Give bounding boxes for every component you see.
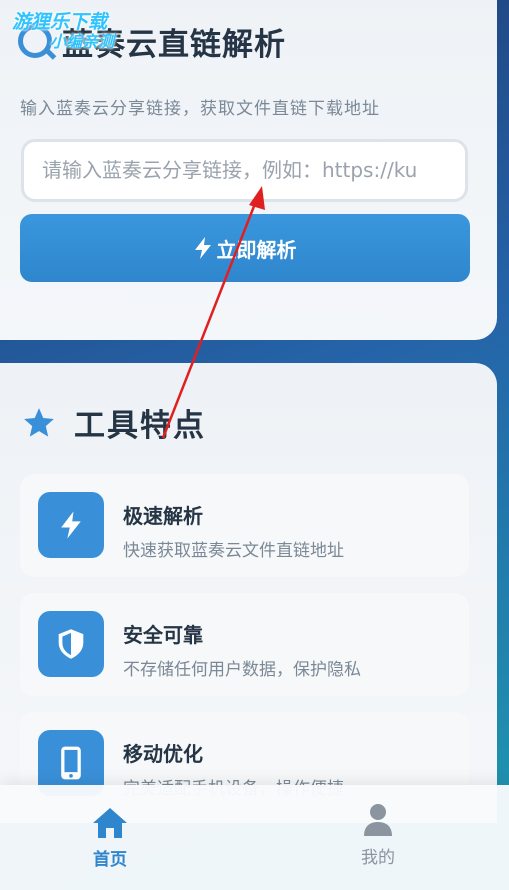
feature-icon-box bbox=[38, 492, 104, 558]
feature-desc: 快速获取蓝奏云文件直链地址 bbox=[123, 541, 344, 561]
watermark-line-1: 游狸乐下载 bbox=[12, 11, 108, 33]
nav-home-label: 首页 bbox=[93, 850, 127, 870]
feature-name: 移动优化 bbox=[123, 742, 203, 766]
feature-icon-box bbox=[38, 611, 104, 677]
page-subtitle: 输入蓝奏云分享链接，获取文件直链下载地址 bbox=[20, 99, 380, 119]
bolt-icon bbox=[61, 511, 81, 539]
watermark: 游狸乐下载 小编亲测 bbox=[12, 12, 152, 52]
bolt-icon bbox=[194, 237, 211, 259]
star-icon bbox=[24, 407, 54, 437]
nav-home[interactable]: 首页 bbox=[50, 807, 170, 870]
bottom-nav: 首页 我的 bbox=[0, 785, 509, 890]
parse-button-label: 立即解析 bbox=[216, 237, 297, 262]
nav-me-label: 我的 bbox=[361, 848, 395, 868]
phone-icon bbox=[61, 746, 81, 780]
feature-name: 极速解析 bbox=[123, 504, 203, 528]
feature-item-fast: 极速解析 快速获取蓝奏云文件直链地址 bbox=[20, 474, 469, 577]
shield-icon bbox=[58, 629, 84, 659]
share-link-input[interactable]: 请输入蓝奏云分享链接，例如：https://ku bbox=[21, 139, 468, 202]
feature-desc: 不存储任何用户数据，保护隐私 bbox=[123, 660, 361, 680]
parse-button[interactable]: 立即解析 bbox=[20, 214, 470, 282]
watermark-line-2: 小编亲测 bbox=[50, 32, 115, 51]
features-heading: 工具特点 bbox=[22, 400, 206, 445]
feature-item-secure: 安全可靠 不存储任何用户数据，保护隐私 bbox=[20, 593, 469, 696]
home-icon bbox=[93, 808, 127, 838]
feature-name: 安全可靠 bbox=[123, 623, 203, 647]
user-icon bbox=[364, 804, 392, 836]
features-title: 工具特点 bbox=[74, 408, 206, 444]
nav-me[interactable]: 我的 bbox=[318, 803, 438, 868]
